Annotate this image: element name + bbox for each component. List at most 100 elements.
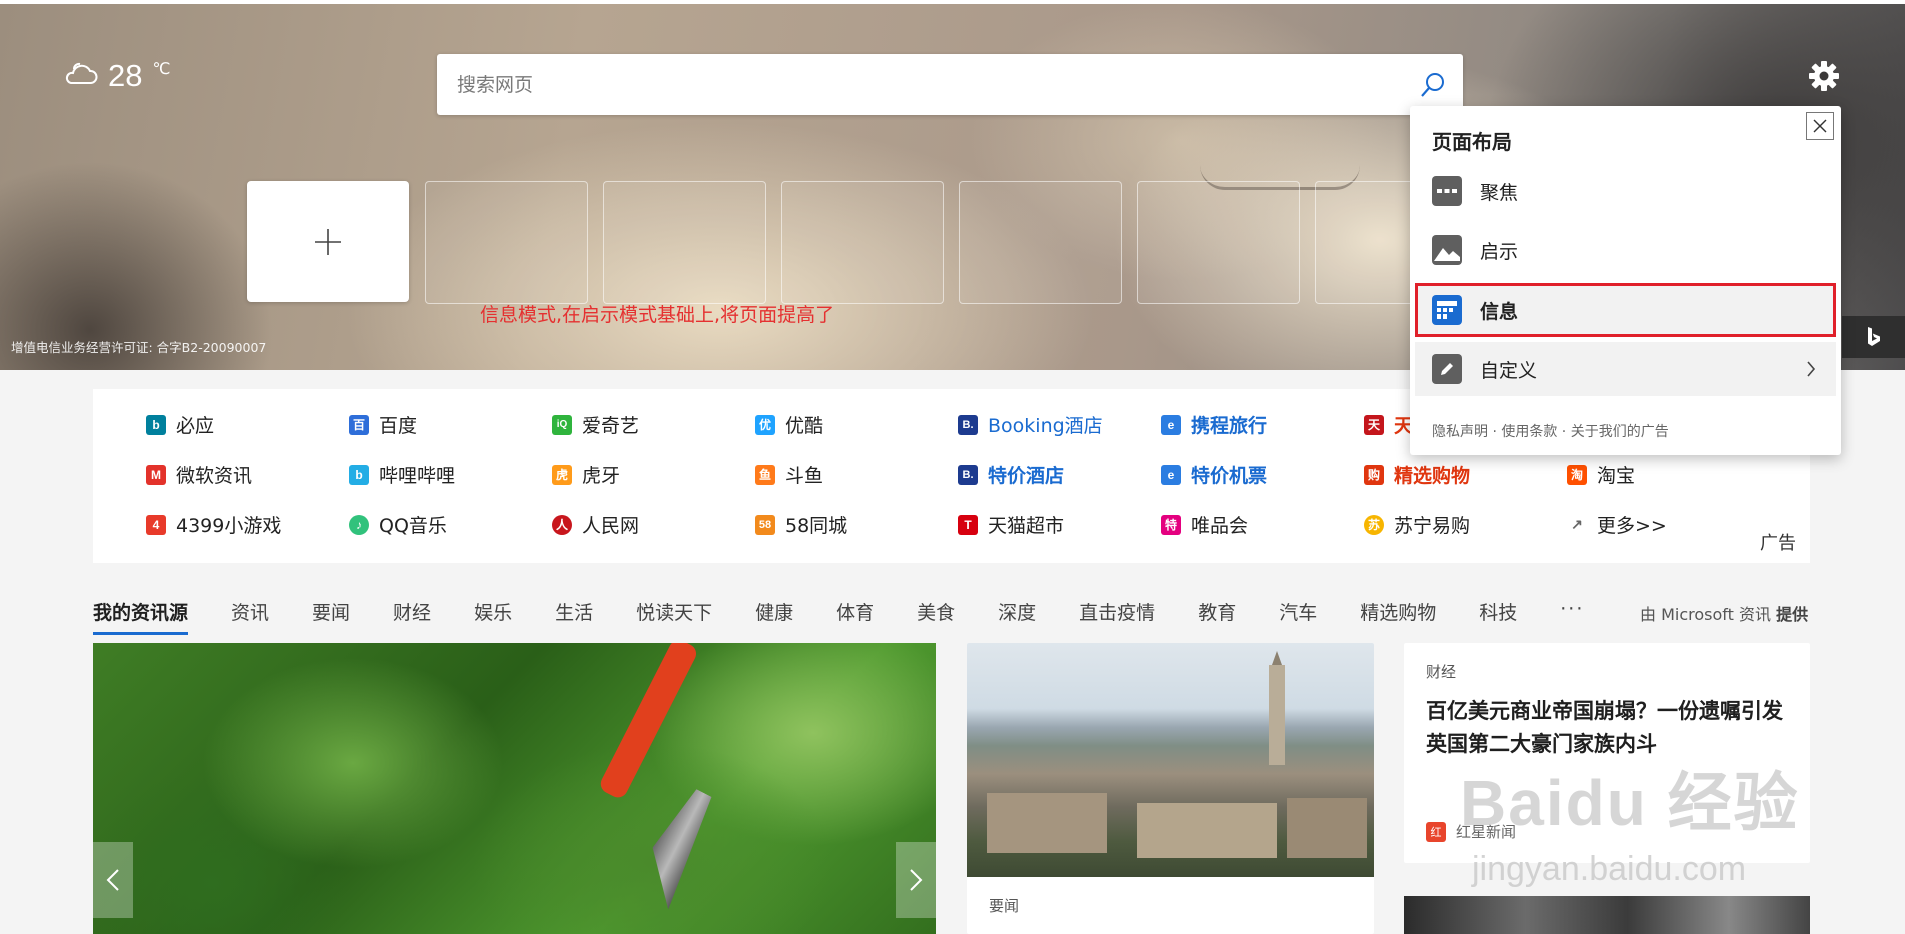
quick-link[interactable]: 天 天 <box>1364 411 1413 438</box>
tab-tech[interactable]: 科技 <box>1479 598 1517 632</box>
red-star-news-icon: 红 <box>1426 821 1446 842</box>
ctrip-icon: e <box>1161 414 1181 435</box>
news-card[interactable]: 财经 百亿美元商业帝国崩塌？一份遗嘱引发英国第二大豪门家族内斗 红 红星新闻 <box>1404 643 1810 863</box>
license-text[interactable]: 增值电信业务经营许可证: 合字B2-20090007 <box>11 337 266 356</box>
temperature-unit: ℃ <box>152 58 171 78</box>
option-label: 聚焦 <box>1480 181 1519 204</box>
quick-link[interactable]: iQ 爱奇艺 <box>552 411 639 438</box>
qq-music-icon: ♪ <box>349 514 369 535</box>
tab-more[interactable]: ··· <box>1560 598 1584 632</box>
provider-suffix: 提供 <box>1776 605 1809 624</box>
news-title[interactable]: 百亿美元商业帝国崩塌？一份遗嘱引发英国第二大豪门家族内斗 <box>1426 695 1796 761</box>
tab-life[interactable]: 生活 <box>555 598 593 632</box>
news-tabs: 我的资讯源 资讯 要闻 财经 娱乐 生活 悦读天下 健康 体育 美食 深度 直击… <box>93 598 1627 635</box>
page-layout-popup: 页面布局 聚焦 启示 信息 自定义 隐私声明 · 使用条款 · 关于我们的广告 <box>1410 106 1841 455</box>
layout-option-focus[interactable]: 聚焦 <box>1415 164 1836 218</box>
tab-food[interactable]: 美食 <box>917 598 955 632</box>
tab-headlines[interactable]: 要闻 <box>312 598 350 632</box>
quick-link[interactable]: 特 唯品会 <box>1161 511 1248 538</box>
quick-link[interactable]: 4 4399小游戏 <box>146 511 281 538</box>
quick-link[interactable]: 虎 虎牙 <box>552 461 620 488</box>
quick-link-label: 携程旅行 <box>1191 415 1268 437</box>
quick-link[interactable]: 58 58同城 <box>755 511 847 538</box>
suning-icon: 苏 <box>1364 514 1384 535</box>
quick-link[interactable]: 苏 苏宁易购 <box>1364 511 1470 538</box>
quick-link[interactable]: T 天猫超市 <box>958 511 1064 538</box>
quick-link[interactable]: b 哔哩哔哩 <box>349 461 455 488</box>
tab-sports[interactable]: 体育 <box>836 598 874 632</box>
layout-option-inspire[interactable]: 启示 <box>1415 223 1836 277</box>
search-input[interactable] <box>455 72 1403 97</box>
settings-button[interactable] <box>1806 58 1842 94</box>
partly-cloudy-icon <box>62 59 98 93</box>
quick-link[interactable]: 淘 淘宝 <box>1567 461 1635 488</box>
tmall-icon: 天 <box>1364 414 1384 435</box>
quick-link-label: 微软资讯 <box>176 465 253 487</box>
tab-news[interactable]: 资讯 <box>231 598 269 632</box>
tab-my-feed[interactable]: 我的资讯源 <box>93 598 189 635</box>
carousel-prev-button[interactable] <box>93 842 133 918</box>
tab-finance[interactable]: 财经 <box>393 598 431 632</box>
close-button[interactable] <box>1806 112 1834 140</box>
news-card[interactable]: 要闻 <box>967 643 1374 934</box>
tmall-supermarket-icon: T <box>958 514 978 535</box>
people-daily-icon: 人 <box>552 514 572 535</box>
layout-option-custom[interactable]: 自定义 <box>1415 342 1836 396</box>
tab-covid[interactable]: 直击疫情 <box>1079 598 1155 632</box>
huya-icon: 虎 <box>552 464 572 485</box>
quick-link[interactable]: 优 优酷 <box>755 411 823 438</box>
empty-tile[interactable] <box>1137 181 1300 304</box>
quick-link-label: 人民网 <box>582 515 640 537</box>
quick-link[interactable]: 百 百度 <box>349 411 417 438</box>
quick-link[interactable]: B. Booking酒店 <box>958 411 1103 438</box>
tab-health[interactable]: 健康 <box>755 598 793 632</box>
tab-entertainment[interactable]: 娱乐 <box>474 598 512 632</box>
building <box>987 793 1107 853</box>
quick-link[interactable]: B. 特价酒店 <box>958 461 1064 488</box>
quick-link[interactable]: e 特价机票 <box>1161 461 1267 488</box>
quick-link-label: Booking酒店 <box>988 415 1103 437</box>
tab-education[interactable]: 教育 <box>1198 598 1236 632</box>
quick-link[interactable]: 鱼 斗鱼 <box>755 461 823 488</box>
featured-news-card[interactable] <box>93 643 936 934</box>
tab-auto[interactable]: 汽车 <box>1279 598 1317 632</box>
quick-link[interactable]: e 携程旅行 <box>1161 411 1267 438</box>
bing-image-info[interactable] <box>1842 316 1905 358</box>
weather-widget[interactable]: 28 ℃ <box>62 58 170 94</box>
news-card-image <box>967 643 1374 877</box>
carousel-next-button[interactable] <box>896 842 936 918</box>
chevron-right-icon <box>910 869 923 891</box>
knife-handle <box>597 643 700 801</box>
quick-link-label: 58同城 <box>785 515 848 537</box>
building <box>1137 803 1277 858</box>
empty-tile[interactable] <box>603 181 766 304</box>
quick-link-label: 苏宁易购 <box>1394 515 1471 537</box>
microsoft-news-icon: M <box>146 464 166 485</box>
news-card-image[interactable] <box>1404 896 1810 934</box>
tab-depth[interactable]: 深度 <box>998 598 1036 632</box>
empty-tile[interactable] <box>425 181 588 304</box>
baidu-paw-icon: 百 <box>349 414 369 435</box>
empty-tile[interactable] <box>959 181 1122 304</box>
add-site-tile[interactable] <box>247 181 409 302</box>
tab-shopping[interactable]: 精选购物 <box>1360 598 1436 632</box>
iqiyi-icon: iQ <box>552 414 572 435</box>
empty-tile[interactable] <box>781 181 944 304</box>
popup-footer-links[interactable]: 隐私声明 · 使用条款 · 关于我们的广告 <box>1432 421 1669 441</box>
quick-link-label: 4399小游戏 <box>176 515 282 537</box>
temperature: 28 <box>108 58 143 93</box>
layout-option-info[interactable]: 信息 <box>1415 283 1836 337</box>
quick-link[interactable]: b 必应 <box>146 411 214 438</box>
more-links[interactable]: ↗ 更多>> <box>1567 511 1667 538</box>
popup-title: 页面布局 <box>1432 130 1512 154</box>
search-box <box>437 54 1463 115</box>
news-category: 要闻 <box>989 897 1020 915</box>
booking-icon: B. <box>958 464 978 485</box>
quick-link[interactable]: 购 精选购物 <box>1364 461 1470 488</box>
quick-link[interactable]: 人 人民网 <box>552 511 639 538</box>
quick-link[interactable]: M 微软资讯 <box>146 461 252 488</box>
tab-reading[interactable]: 悦读天下 <box>636 598 712 632</box>
quick-link[interactable]: ♪ QQ音乐 <box>349 511 447 538</box>
focus-layout-icon <box>1432 176 1462 206</box>
news-provider: 由 Microsoft 资讯 提供 <box>1640 601 1808 625</box>
